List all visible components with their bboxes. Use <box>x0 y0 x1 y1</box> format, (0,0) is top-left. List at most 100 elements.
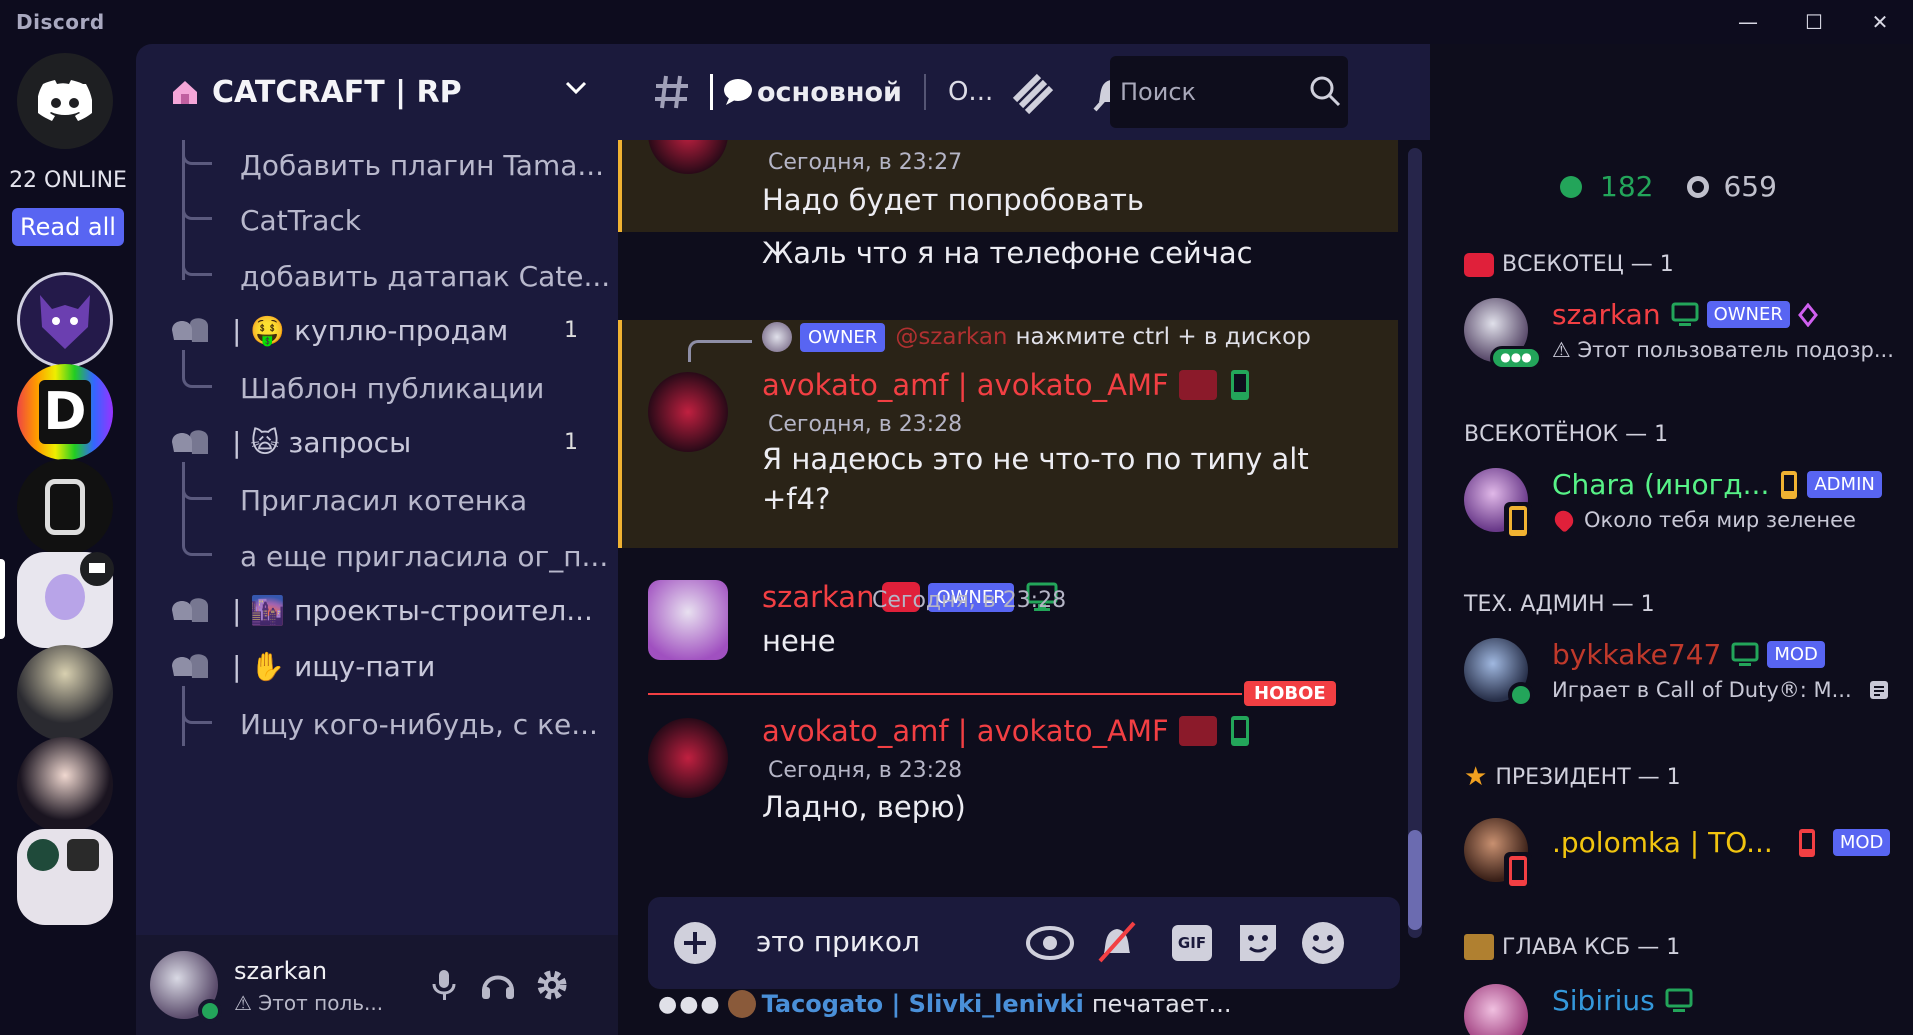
mobile-status-icon <box>1504 852 1532 890</box>
chat-scroll-thumb[interactable] <box>1408 830 1422 930</box>
eye-icon[interactable] <box>1026 923 1074 963</box>
app-brand: Discord <box>16 10 105 34</box>
sticker-icon[interactable] <box>1236 921 1280 965</box>
message-composer: это прикол GIF <box>648 897 1400 989</box>
read-all-button[interactable]: Read all <box>12 208 124 246</box>
gif-label: GIF <box>1177 934 1207 952</box>
role-group-header: ВСЕКОТЁНОК — 1 <box>1464 422 1669 447</box>
reply-preview[interactable]: OWNER @szarkan нажмите ctrl + в дискор <box>762 322 1311 352</box>
owner-tag: OWNER <box>800 322 886 352</box>
avatar[interactable] <box>648 718 728 798</box>
user-settings-button[interactable] <box>530 963 574 1007</box>
member-activity: Около тебя мир зеленее <box>1584 508 1856 532</box>
add-attachment-icon[interactable] <box>672 920 718 966</box>
member-counts: 182 659 <box>1560 170 1777 203</box>
home-button[interactable] <box>17 53 113 149</box>
nitro-gem-icon <box>1797 302 1818 327</box>
mobile-icon <box>1781 470 1798 499</box>
new-messages-badge: НОВОЕ <box>1244 681 1336 706</box>
typing-dots-icon: ●●● <box>658 991 722 1017</box>
thread-item[interactable]: а еще пригласила ог_п... <box>182 534 608 576</box>
search-input[interactable]: Поиск <box>1110 56 1348 128</box>
thread-item[interactable]: Шаблон публикации <box>182 366 544 408</box>
channel-sidebar: CATCRAFT | RP Добавить плагин Tama... Ca… <box>136 44 618 1035</box>
user-panel: szarkan ⚠ Этот поль... <box>136 935 618 1035</box>
headset-button[interactable] <box>476 963 520 1007</box>
offline-dot-icon <box>1687 175 1710 198</box>
microphone-button[interactable] <box>422 963 466 1007</box>
rich-presence-icon <box>1869 681 1888 699</box>
close-button[interactable]: ✕ <box>1847 0 1913 44</box>
threads-icon[interactable] <box>1009 68 1057 116</box>
role-tag: OWNER <box>1706 301 1790 328</box>
message-text: Жаль что я на телефоне сейчас <box>762 236 1253 270</box>
forum-channel-ishu-pati[interactable]: | ✋ ищу-пати <box>168 644 598 688</box>
unread-count: 1 <box>564 429 578 455</box>
role-tag: ADMIN <box>1807 471 1882 498</box>
thread-item[interactable]: Добавить плагин Tama... <box>182 143 604 185</box>
member-item[interactable]: Sibirius <box>1464 980 1904 1035</box>
message-text: нене <box>762 624 836 658</box>
channel-topic[interactable]: О... <box>948 77 993 107</box>
forum-icon <box>172 318 208 342</box>
message-timestamp: Сегодня, в 23:28 <box>872 588 1067 613</box>
message-timestamp: Сегодня, в 23:28 <box>768 758 963 783</box>
forum-channel-kuplyu[interactable]: | 🤑 куплю-продам 1 <box>168 308 598 352</box>
house-icon <box>173 81 197 104</box>
member-item[interactable]: Chara (иногд... ADMIN Около тебя мир зел… <box>1464 464 1904 544</box>
minimize-button[interactable]: — <box>1715 0 1781 44</box>
message-author[interactable]: avokato_amf | avokato_AMF <box>762 368 1251 402</box>
reply-mention: @szarkan <box>895 324 1008 350</box>
chat-scrollbar[interactable] <box>1408 148 1422 938</box>
emoji-icon[interactable] <box>1300 920 1346 966</box>
member-name: bykkake747 <box>1552 638 1722 671</box>
star-emoji-icon: ★ <box>1464 762 1488 792</box>
discord-logo-icon <box>38 80 92 121</box>
panel-username[interactable]: szarkan <box>234 957 327 985</box>
member-item[interactable]: ●●● szarkan OWNER ⚠ Этот пользователь по… <box>1464 294 1904 374</box>
member-item[interactable]: .polomka | TO... MOD <box>1464 814 1904 894</box>
message-text: +f4? <box>762 482 831 516</box>
hashtag-icon <box>655 75 688 109</box>
server-icon-anime[interactable] <box>17 737 113 833</box>
message-list: Сегодня, в 23:27 Надо будет попробовать … <box>618 140 1398 930</box>
search-placeholder: Поиск <box>1120 78 1197 106</box>
forum-channel-proekty[interactable]: | 🌆 проекты-строител... <box>168 588 598 632</box>
member-item[interactable]: bykkake747 MOD Играет в Call of Duty®: M… <box>1464 634 1904 714</box>
window-controls: — ☐ ✕ <box>1715 0 1913 44</box>
thread-item[interactable]: Пригласил котенка <box>182 478 527 520</box>
desktop-icon <box>1731 642 1759 666</box>
activity-status-icon: ●●● <box>1490 346 1542 370</box>
avatar[interactable] <box>648 372 728 452</box>
message-author[interactable]: avokato_amf | avokato_AMF <box>762 714 1251 748</box>
chat-header: основной О... Поиск <box>618 44 1430 140</box>
server-folder[interactable] <box>17 829 113 925</box>
maximize-button[interactable]: ☐ <box>1781 0 1847 44</box>
search-icon <box>1310 76 1341 107</box>
crown-emoji-icon <box>1464 252 1494 277</box>
server-icon-d[interactable]: D <box>17 364 113 460</box>
reply-text: нажмите ctrl + в дискор <box>1015 324 1311 350</box>
forum-icon <box>172 430 208 454</box>
building-emoji-icon <box>1464 934 1494 960</box>
server-header[interactable]: CATCRAFT | RP <box>136 44 618 140</box>
role-tag: MOD <box>1832 829 1891 856</box>
avatar[interactable] <box>648 580 728 660</box>
role-group-header: ГЛАВА КСБ — 1 <box>1464 934 1680 960</box>
chevron-down-icon[interactable] <box>564 80 588 96</box>
thread-item[interactable]: CatTrack <box>182 198 361 240</box>
silent-message-icon[interactable] <box>1094 919 1140 965</box>
avatar <box>727 990 756 1018</box>
selected-server-pill <box>0 559 5 639</box>
server-icon-panther[interactable] <box>17 272 113 368</box>
message-input[interactable]: это прикол <box>756 925 920 958</box>
message-text: Надо будет попробовать <box>762 183 1144 217</box>
thread-item[interactable]: добавить датапак Cate... <box>182 254 610 296</box>
server-icon-emblem[interactable] <box>17 459 113 555</box>
thread-item[interactable]: Ищу кого-нибудь, с ке... <box>182 702 598 744</box>
gif-button[interactable]: GIF <box>1172 925 1212 961</box>
server-icon-mask[interactable] <box>17 645 113 741</box>
forum-channel-zaprosy[interactable]: | 🙀 запросы 1 <box>168 420 598 464</box>
typing-user: Tacogato | Slivki_lenivki <box>761 990 1084 1018</box>
member-name: Chara (иногд... <box>1552 468 1770 501</box>
